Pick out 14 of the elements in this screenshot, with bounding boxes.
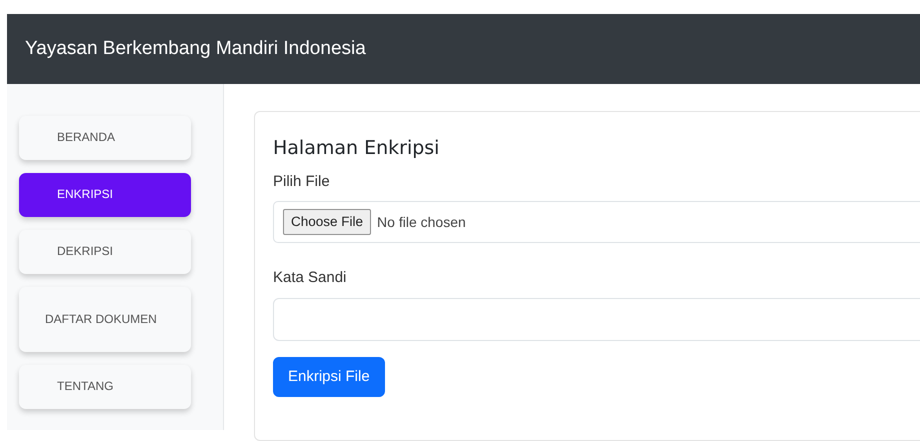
page-title: Halaman Enkripsi — [273, 136, 440, 161]
choose-file-button[interactable]: Choose File — [283, 208, 372, 236]
sidebar-item[interactable]: BERANDA — [19, 116, 191, 160]
field-label: Pilih File — [273, 172, 331, 192]
brand-title: Yayasan Berkembang Mandiri Indonesia — [25, 36, 366, 61]
sidebar-item[interactable]: TENTANG — [19, 365, 191, 409]
sidebar-item[interactable]: DEKRIPSI — [19, 230, 191, 274]
sidebar-item[interactable]: ENKRIPSI — [19, 173, 191, 217]
file-input[interactable]: Choose File No file chosen — [273, 201, 920, 243]
file-status-text: No file chosen — [377, 212, 466, 232]
password-field[interactable] — [273, 298, 920, 340]
sidebar-item[interactable]: DAFTAR DOKUMEN — [19, 287, 191, 352]
field-label: Kata Sandi — [273, 268, 348, 288]
encrypt-button[interactable]: Enkripsi File — [273, 356, 385, 397]
